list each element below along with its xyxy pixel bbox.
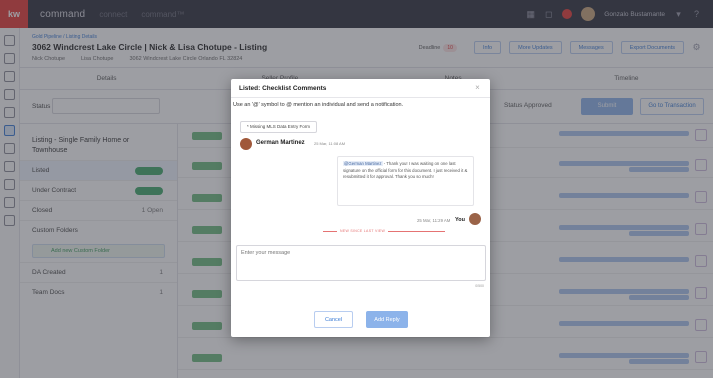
comment-author-avatar xyxy=(240,138,252,150)
close-icon[interactable]: × xyxy=(473,83,482,92)
new-messages-label: NEW SINCE LAST VIEW xyxy=(337,229,389,233)
mention-hint: Use an '@' symbol to @ mention an indivi… xyxy=(233,102,404,108)
cancel-button[interactable]: Cancel xyxy=(314,311,353,328)
modal-title: Listed: Checklist Comments xyxy=(239,85,327,92)
comment-author-name: German Martinez xyxy=(256,140,305,146)
checklist-item-tag: * Missing MLS Data Entry Form xyxy=(240,121,318,133)
divider xyxy=(231,97,490,98)
reply-message-bubble: @German Martinez - Thank you! I was wait… xyxy=(337,156,474,206)
reply-timestamp: 25 Mar, 11:29 AM xyxy=(417,218,451,223)
mention-tag[interactable]: @German Martinez xyxy=(343,161,383,166)
reply-author: You xyxy=(455,217,465,223)
comment-timestamp: 25 Mar, 11:08 AM xyxy=(314,141,346,146)
add-reply-button[interactable]: Add Reply xyxy=(366,311,408,328)
reply-author-avatar xyxy=(469,213,481,225)
message-input[interactable] xyxy=(236,245,486,281)
character-count: 0/500 xyxy=(475,284,484,288)
checklist-comments-modal: Listed: Checklist Comments × Use an '@' … xyxy=(231,79,490,337)
